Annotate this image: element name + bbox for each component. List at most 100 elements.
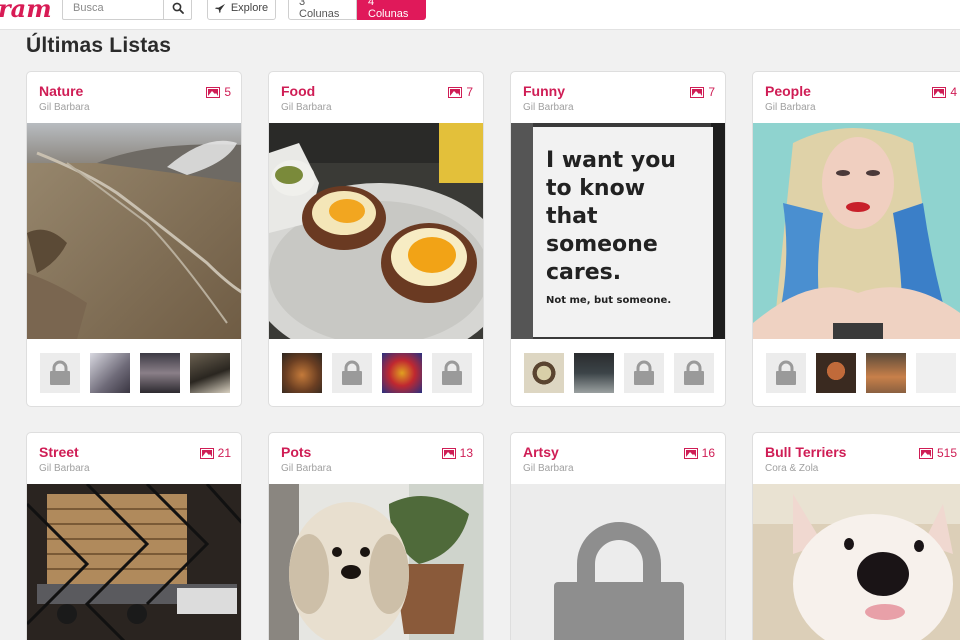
image-count: 13	[441, 446, 473, 460]
image-count-value: 7	[708, 85, 715, 99]
image-icon	[199, 447, 214, 459]
list-card-bull-terriers[interactable]: Bull Terriers Cora & Zola 515	[752, 432, 960, 640]
card-header: Food Gil Barbara 7	[269, 72, 483, 123]
list-card-people[interactable]: People Gil Barbara 4	[752, 71, 960, 407]
empty-thumbnail	[916, 352, 956, 393]
card-title[interactable]: Nature	[39, 83, 83, 99]
photo-thumbnail[interactable]	[382, 352, 422, 393]
image-count: 5	[206, 85, 231, 99]
image-count-value: 16	[701, 446, 715, 460]
image-icon	[441, 447, 456, 459]
card-author[interactable]: Gil Barbara	[523, 102, 574, 113]
page-title: Últimas Listas	[26, 34, 172, 57]
lock-icon	[776, 360, 796, 385]
lock-icon	[554, 522, 684, 640]
list-card-funny[interactable]: Funny Gil Barbara 7 I want you to know t…	[510, 71, 726, 407]
cover-image[interactable]	[753, 123, 960, 339]
search-icon	[172, 2, 184, 14]
thumbnail-row	[511, 339, 725, 406]
image-count-value: 515	[936, 446, 957, 460]
explore-label: Explore	[230, 2, 269, 14]
card-author[interactable]: Gil Barbara	[281, 102, 332, 113]
card-header: Street Gil Barbara 21	[27, 433, 241, 484]
thumbnail-row	[269, 339, 483, 406]
locked-thumbnail[interactable]	[674, 352, 714, 393]
search-input[interactable]	[63, 0, 163, 19]
card-title[interactable]: People	[765, 83, 811, 99]
card-author[interactable]: Cora & Zola	[765, 463, 818, 474]
image-icon	[683, 447, 698, 459]
photo-thumbnail[interactable]	[190, 352, 230, 393]
lock-icon	[50, 360, 70, 385]
cover-image[interactable]	[269, 123, 483, 339]
sign-text: I want you to know that someone cares. N…	[546, 148, 676, 306]
lock-icon	[634, 360, 654, 385]
locked-thumbnail[interactable]	[40, 352, 80, 393]
card-header: People Gil Barbara 4	[753, 72, 960, 123]
card-header: Funny Gil Barbara 7	[511, 72, 725, 123]
photo-thumbnail[interactable]	[866, 352, 906, 393]
card-title[interactable]: Street	[39, 444, 79, 460]
card-author[interactable]: Gil Barbara	[281, 463, 332, 474]
cover-image[interactable]	[753, 484, 960, 640]
photo-thumbnail[interactable]	[282, 352, 322, 393]
card-header: Pots Gil Barbara 13	[269, 433, 483, 484]
card-author[interactable]: Gil Barbara	[523, 463, 574, 474]
photo-thumbnail[interactable]	[816, 352, 856, 393]
image-count: 21	[199, 446, 231, 460]
lock-icon	[342, 360, 362, 385]
image-icon	[206, 86, 221, 98]
list-card-food[interactable]: Food Gil Barbara 7	[268, 71, 484, 407]
locked-cover[interactable]	[511, 484, 725, 640]
explore-button[interactable]: Explore	[207, 0, 276, 20]
image-count-value: 13	[459, 446, 473, 460]
cover-image[interactable]: I want you to know that someone cares. N…	[511, 123, 725, 339]
cover-image[interactable]	[27, 123, 241, 339]
locked-thumbnail[interactable]	[766, 352, 806, 393]
card-header: Bull Terriers Cora & Zola 515	[753, 433, 960, 484]
image-count-value: 7	[466, 85, 473, 99]
thumbnail-row	[27, 339, 241, 406]
list-card-artsy[interactable]: Artsy Gil Barbara 16	[510, 432, 726, 640]
photo-thumbnail[interactable]	[574, 352, 614, 393]
image-count: 4	[932, 85, 957, 99]
card-author[interactable]: Gil Barbara	[39, 463, 90, 474]
image-icon	[690, 86, 705, 98]
column-toggle-group: 3 Colunas 4 Colunas	[288, 0, 426, 20]
lock-icon	[684, 360, 704, 385]
card-title[interactable]: Pots	[281, 444, 311, 460]
top-navbar: ram Explore 3 Colunas 4 Colunas	[0, 0, 960, 30]
list-card-street[interactable]: Street Gil Barbara 21	[26, 432, 242, 640]
image-count: 7	[448, 85, 473, 99]
three-columns-button[interactable]: 3 Colunas	[288, 0, 357, 20]
locked-thumbnail[interactable]	[432, 352, 472, 393]
card-author[interactable]: Gil Barbara	[39, 102, 90, 113]
card-author[interactable]: Gil Barbara	[765, 102, 816, 113]
image-icon	[918, 447, 933, 459]
app-logo[interactable]: ram	[0, 0, 52, 23]
search-box	[62, 0, 192, 20]
image-count: 16	[683, 446, 715, 460]
card-title[interactable]: Bull Terriers	[765, 444, 846, 460]
image-icon	[448, 86, 463, 98]
image-count-value: 4	[950, 85, 957, 99]
image-count: 515	[918, 446, 957, 460]
cover-image[interactable]	[269, 484, 483, 640]
lock-icon	[442, 360, 462, 385]
locked-thumbnail[interactable]	[624, 352, 664, 393]
locked-thumbnail[interactable]	[332, 352, 372, 393]
photo-thumbnail[interactable]	[90, 352, 130, 393]
image-count: 7	[690, 85, 715, 99]
card-header: Nature Gil Barbara 5	[27, 72, 241, 123]
cover-image[interactable]	[27, 484, 241, 640]
photo-thumbnail[interactable]	[524, 352, 564, 393]
photo-thumbnail[interactable]	[140, 352, 180, 393]
card-title[interactable]: Food	[281, 83, 315, 99]
card-title[interactable]: Funny	[523, 83, 565, 99]
list-card-pots[interactable]: Pots Gil Barbara 13	[268, 432, 484, 640]
image-count-value: 21	[217, 446, 231, 460]
four-columns-button[interactable]: 4 Colunas	[357, 0, 426, 20]
list-card-nature[interactable]: Nature Gil Barbara 5	[26, 71, 242, 407]
card-title[interactable]: Artsy	[523, 444, 559, 460]
search-button[interactable]	[163, 0, 191, 19]
